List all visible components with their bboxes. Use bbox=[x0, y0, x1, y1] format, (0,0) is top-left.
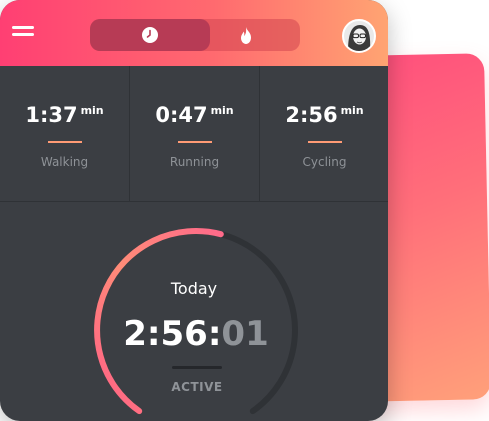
stat-walking[interactable]: 1:37 min Walking bbox=[0, 66, 129, 201]
view-toggle bbox=[90, 19, 300, 51]
user-avatar[interactable] bbox=[342, 19, 376, 53]
timer-hours-minutes: 2:56: bbox=[123, 314, 222, 354]
stat-unit: min bbox=[340, 104, 364, 117]
header-bar bbox=[0, 0, 388, 66]
stat-time: 1:37 bbox=[25, 103, 78, 127]
stat-unit: min bbox=[210, 104, 234, 117]
stat-underline bbox=[47, 141, 82, 143]
stat-underline bbox=[307, 141, 342, 143]
activity-timer: Today 2:56:01 ACTIVE bbox=[0, 202, 388, 421]
timer-status: ACTIVE bbox=[171, 380, 223, 394]
stat-label: Walking bbox=[40, 155, 89, 169]
menu-button[interactable] bbox=[12, 22, 36, 40]
hamburger-menu-icon-line bbox=[12, 33, 34, 36]
hamburger-menu-icon bbox=[12, 26, 34, 29]
avatar-portrait-icon bbox=[344, 21, 374, 51]
stat-time: 0:47 bbox=[155, 103, 208, 127]
stat-underline bbox=[177, 141, 212, 143]
stat-value: 0:47 min bbox=[130, 102, 259, 128]
stat-cycling[interactable]: 2:56 min Cycling bbox=[259, 66, 388, 201]
flame-icon bbox=[241, 26, 251, 44]
tab-time[interactable] bbox=[90, 19, 210, 51]
stat-label: Running bbox=[169, 155, 220, 169]
stat-value: 1:37 min bbox=[0, 102, 129, 128]
activity-stats: 1:37 min Walking 0:47 min Running 2:56 min … bbox=[0, 66, 388, 202]
stat-label: Cycling bbox=[302, 155, 347, 169]
timer-title: Today bbox=[170, 279, 218, 298]
tab-calories[interactable] bbox=[194, 19, 298, 51]
timer-divider bbox=[172, 366, 222, 369]
stat-running[interactable]: 0:47 min Running bbox=[129, 66, 259, 201]
stat-time: 2:56 bbox=[285, 103, 338, 127]
timer-time: 2:56:01 bbox=[0, 314, 388, 354]
timer-seconds: 01 bbox=[221, 314, 269, 354]
activity-card: 1:37 min Walking 0:47 min Running 2:56 min … bbox=[0, 0, 388, 421]
stat-unit: min bbox=[80, 104, 104, 117]
stat-value: 2:56 min bbox=[260, 102, 388, 128]
clock-icon bbox=[142, 27, 158, 43]
